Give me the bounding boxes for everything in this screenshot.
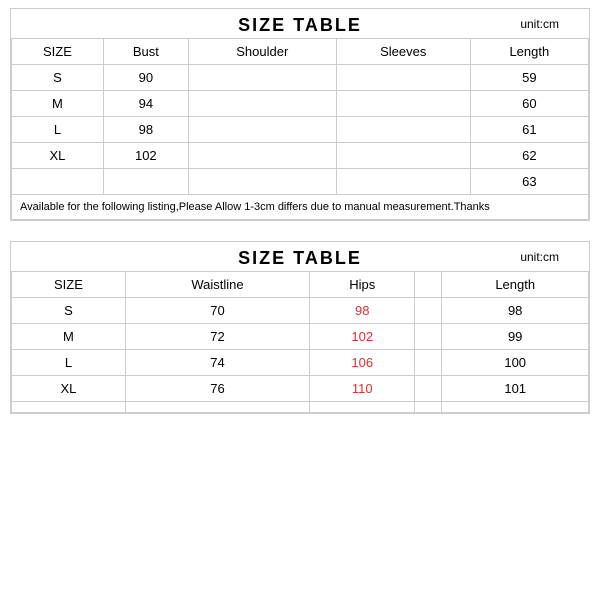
- table-row: 63: [12, 169, 589, 195]
- table1-note: Available for the following listing,Plea…: [12, 195, 589, 220]
- table1-header-cell: Bust: [103, 39, 188, 65]
- table1-cell: [336, 91, 470, 117]
- table1-cell: S: [12, 65, 104, 91]
- table1-cell: [188, 117, 336, 143]
- table2-cell: 110: [310, 376, 415, 402]
- table-row: M94 60: [12, 91, 589, 117]
- table1-cell: 90: [103, 65, 188, 91]
- table1-cell: [188, 169, 336, 195]
- table1-cell: [336, 65, 470, 91]
- table2-cell: L: [12, 350, 126, 376]
- table2-cell: 70: [125, 298, 309, 324]
- table2-cell: XL: [12, 376, 126, 402]
- table2-cell: [415, 376, 442, 402]
- table1-title-row: SIZE TABLE unit:cm: [11, 9, 589, 38]
- table2-cell: 102: [310, 324, 415, 350]
- table2-cell: [415, 298, 442, 324]
- table1-cell: M: [12, 91, 104, 117]
- table-row: L98 61: [12, 117, 589, 143]
- table2-cell: S: [12, 298, 126, 324]
- table2-title: SIZE TABLE: [238, 248, 362, 268]
- table1-title: SIZE TABLE: [238, 15, 362, 35]
- table2-header-cell: [415, 272, 442, 298]
- table2-header-cell: Length: [442, 272, 589, 298]
- table-row: M72102 99: [12, 324, 589, 350]
- table2-cell: 101: [442, 376, 589, 402]
- table1-cell: 102: [103, 143, 188, 169]
- table1-cell: [336, 143, 470, 169]
- table2-cell: M: [12, 324, 126, 350]
- page: SIZE TABLE unit:cm SIZEBustShoulderSleev…: [0, 0, 600, 600]
- table1-header-cell: Length: [470, 39, 588, 65]
- table2-title-row: SIZE TABLE unit:cm: [11, 242, 589, 271]
- table-row: XL102 62: [12, 143, 589, 169]
- table2-unit: unit:cm: [520, 250, 559, 264]
- table2-cell: 100: [442, 350, 589, 376]
- table2-cell: 76: [125, 376, 309, 402]
- table2-cell: [442, 402, 589, 413]
- table2-cell: 98: [442, 298, 589, 324]
- table2-cell: [310, 402, 415, 413]
- table1-cell: XL: [12, 143, 104, 169]
- table1-cell: 59: [470, 65, 588, 91]
- table2-header-cell: Hips: [310, 272, 415, 298]
- table1-unit: unit:cm: [520, 17, 559, 31]
- table2-header-row: SIZEWaistlineHips Length: [12, 272, 589, 298]
- table1-header-row: SIZEBustShoulderSleevesLength: [12, 39, 589, 65]
- table2-cell: [125, 402, 309, 413]
- table-row: S90 59: [12, 65, 589, 91]
- table2-cell: [12, 402, 126, 413]
- table-row: XL76110 101: [12, 376, 589, 402]
- table1-cell: 63: [470, 169, 588, 195]
- size-table-1: SIZE TABLE unit:cm SIZEBustShoulderSleev…: [10, 8, 590, 221]
- table2-header-cell: Waistline: [125, 272, 309, 298]
- table1-cell: [12, 169, 104, 195]
- table1-cell: 94: [103, 91, 188, 117]
- table-row: [12, 402, 589, 413]
- table1-cell: [188, 65, 336, 91]
- table2-cell: [415, 324, 442, 350]
- table1-header-cell: SIZE: [12, 39, 104, 65]
- table2-cell: 74: [125, 350, 309, 376]
- table2-cell: 99: [442, 324, 589, 350]
- table1-note-row: Available for the following listing,Plea…: [12, 195, 589, 220]
- table2-cell: [415, 350, 442, 376]
- table1-cell: 62: [470, 143, 588, 169]
- table-row: L74106 100: [12, 350, 589, 376]
- table2-cell: 98: [310, 298, 415, 324]
- size-table-2: SIZE TABLE unit:cm SIZEWaistlineHips Leng…: [10, 241, 590, 414]
- table1-cell: [188, 91, 336, 117]
- table-row: S709898: [12, 298, 589, 324]
- table2-grid: SIZEWaistlineHipsLength S709898M7210299L…: [11, 271, 589, 413]
- table1-cell: [103, 169, 188, 195]
- table2-cell: 72: [125, 324, 309, 350]
- table1-header-cell: Shoulder: [188, 39, 336, 65]
- table1-header-cell: Sleeves: [336, 39, 470, 65]
- table2-header-cell: SIZE: [12, 272, 126, 298]
- table1-cell: 98: [103, 117, 188, 143]
- table1-cell: 61: [470, 117, 588, 143]
- table1-cell: 60: [470, 91, 588, 117]
- table1-cell: [188, 143, 336, 169]
- table1-grid: SIZEBustShoulderSleevesLength S90 59 M94 60…: [11, 38, 589, 220]
- table1-cell: [336, 169, 470, 195]
- table1-cell: L: [12, 117, 104, 143]
- table1-cell: [336, 117, 470, 143]
- table2-cell: [415, 402, 442, 413]
- table2-cell: 106: [310, 350, 415, 376]
